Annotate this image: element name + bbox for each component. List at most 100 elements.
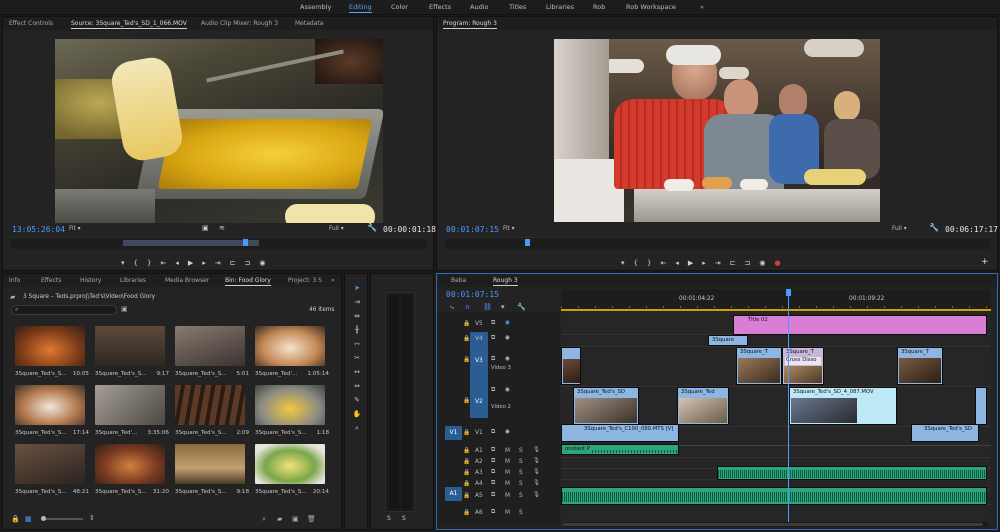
bin-thumbnail[interactable]	[255, 385, 325, 425]
play-icon[interactable]: ▶	[688, 259, 693, 267]
clip-v2[interactable]: 3Square_Ted's_SD	[573, 387, 639, 425]
lock-icon[interactable]: 🔒	[11, 515, 20, 523]
workspace-libraries[interactable]: Libraries	[546, 3, 574, 11]
sync-lock-icon[interactable]: ⧉	[491, 387, 495, 394]
solo-button[interactable]: S	[519, 459, 523, 465]
tab-info[interactable]: Info	[9, 277, 20, 284]
sync-lock-icon[interactable]: ⧉	[491, 429, 495, 436]
mute-button[interactable]: M	[505, 448, 510, 454]
tab-metadata[interactable]: Metadata	[295, 20, 323, 27]
source-patch-v1[interactable]: V1	[445, 426, 462, 440]
tab-bin-food-glory[interactable]: Bin: Food Glory	[225, 277, 271, 286]
program-time-ruler[interactable]	[445, 237, 991, 249]
eye-icon[interactable]: ◉	[505, 320, 510, 326]
program-timecode-in[interactable]: 00:01:07:15	[446, 225, 499, 234]
solo-left-button[interactable]: S	[387, 515, 391, 522]
tab-beba[interactable]: Beba	[451, 277, 466, 284]
linked-selection-icon[interactable]: ⛓	[483, 303, 492, 311]
timeline-ruler[interactable]: 00:01:04:22 00:01:09:22	[561, 289, 991, 311]
add-marker-icon[interactable]: ▾	[621, 259, 625, 267]
export-frame-icon[interactable]: ◉	[259, 259, 265, 267]
mark-out-icon[interactable]: }	[647, 259, 651, 267]
eye-icon[interactable]: ◉	[505, 429, 510, 435]
clip-v2[interactable]: 3Square_Ted	[677, 387, 729, 425]
mark-out-icon[interactable]: }	[147, 259, 151, 267]
clip-v2[interactable]: 3Square_Ted's_SD_4_087.MOV	[789, 387, 897, 425]
bin-thumbnail[interactable]	[95, 444, 165, 484]
tab-rough-3[interactable]: Rough 3	[493, 277, 518, 286]
clip-v3[interactable]	[561, 347, 581, 385]
sync-lock-icon[interactable]: ⧉	[491, 458, 495, 465]
find-icon[interactable]: ⌕	[262, 515, 266, 524]
voiceover-icon[interactable]: 🎙	[533, 492, 540, 498]
bin-thumbnail[interactable]	[175, 444, 245, 484]
solo-button[interactable]: S	[519, 470, 523, 476]
lock-icon[interactable]: 🔒	[463, 510, 470, 516]
go-to-out-icon[interactable]: ⇥	[715, 259, 721, 267]
lock-icon[interactable]: 🔒	[463, 398, 470, 404]
wrench-icon[interactable]: 🔧	[929, 223, 939, 232]
sync-lock-icon[interactable]: ⧉	[491, 356, 495, 363]
lock-icon[interactable]: 🔒	[463, 459, 470, 465]
clip-v3[interactable]: 3Square_T	[736, 347, 782, 385]
workspace-assembly[interactable]: Assembly	[300, 3, 331, 11]
clip-v1[interactable]: 3Square_Ted's_SD	[911, 424, 979, 442]
search-input[interactable]: ⌕	[11, 305, 117, 315]
mute-button[interactable]: M	[505, 470, 510, 476]
insert-icon[interactable]: ⊏	[230, 259, 236, 267]
timeline-settings-icon[interactable]: 🔧	[517, 303, 526, 311]
timeline-playhead[interactable]	[788, 296, 789, 526]
new-bin-icon[interactable]: ▰	[277, 515, 282, 523]
solo-right-button[interactable]: S	[402, 515, 406, 522]
lock-icon[interactable]: 🔒	[463, 321, 470, 327]
rolling-edit-icon[interactable]: ╫	[351, 326, 363, 335]
record-icon[interactable]: ●	[774, 259, 780, 267]
lock-icon[interactable]: 🔒	[463, 481, 470, 487]
lock-icon[interactable]: 🔒	[463, 470, 470, 476]
program-video-frame[interactable]	[554, 39, 880, 222]
sync-lock-icon[interactable]: ⧉	[491, 447, 495, 454]
lock-icon[interactable]: 🔒	[463, 357, 470, 363]
step-back-icon[interactable]: ◂	[675, 259, 679, 267]
tab-project[interactable]: Project: 3 S	[288, 277, 322, 284]
bin-thumbnail[interactable]	[175, 326, 245, 366]
workspace-rob-workspace[interactable]: Rob Workspace	[626, 3, 676, 11]
zoom-icon[interactable]: ⌕	[351, 424, 363, 433]
workspace-audio[interactable]: Audio	[470, 3, 488, 11]
hand-icon[interactable]: ✋	[351, 410, 363, 419]
clip-a1[interactable]: onstant P	[561, 444, 679, 455]
source-fit-select[interactable]: Fit ▾	[69, 226, 81, 232]
voiceover-icon[interactable]: 🎙	[533, 447, 540, 453]
source-time-ruler[interactable]	[11, 237, 427, 249]
lock-icon[interactable]: 🔒	[463, 430, 470, 436]
workspace-rob[interactable]: Rob	[593, 3, 605, 11]
program-fit-select[interactable]: Fit ▾	[503, 226, 515, 232]
tab-source[interactable]: Source: 3Square_Ted's_SD_1_066.MOV	[71, 20, 187, 29]
lock-icon[interactable]: 🔒	[463, 493, 470, 499]
mute-button[interactable]: M	[505, 510, 510, 516]
zoom-slider[interactable]	[41, 516, 83, 521]
workspace-color[interactable]: Color	[391, 3, 408, 11]
clip-v4[interactable]: 3Square	[708, 335, 748, 346]
ripple-edit-icon[interactable]: ⇹	[351, 312, 363, 321]
source-quality-select[interactable]: Full ▾	[329, 226, 344, 232]
wrench-icon[interactable]: 🔧	[367, 223, 377, 232]
lock-icon[interactable]: 🔒	[463, 448, 470, 454]
sync-lock-icon[interactable]: ⧉	[491, 469, 495, 476]
solo-button[interactable]: S	[519, 510, 523, 516]
source-playhead[interactable]	[243, 239, 248, 246]
add-marker-icon[interactable]: ▾	[501, 303, 505, 311]
workspace-titles[interactable]: Titles	[509, 3, 526, 11]
tab-history[interactable]: History	[80, 277, 101, 284]
solo-button[interactable]: S	[519, 493, 523, 499]
program-playhead[interactable]	[525, 239, 530, 246]
add-button-icon[interactable]: +	[981, 257, 989, 267]
bin-thumbnail[interactable]	[95, 326, 165, 366]
workspace-editing[interactable]: Editing	[349, 3, 372, 13]
mute-button[interactable]: M	[505, 493, 510, 499]
clip-a5[interactable]	[561, 487, 987, 505]
nest-icon[interactable]: ⤷	[450, 303, 454, 312]
audio-waveform-icon[interactable]: ≋	[219, 224, 225, 232]
play-icon[interactable]: ▶	[188, 259, 193, 267]
mark-in-icon[interactable]: {	[634, 259, 638, 267]
